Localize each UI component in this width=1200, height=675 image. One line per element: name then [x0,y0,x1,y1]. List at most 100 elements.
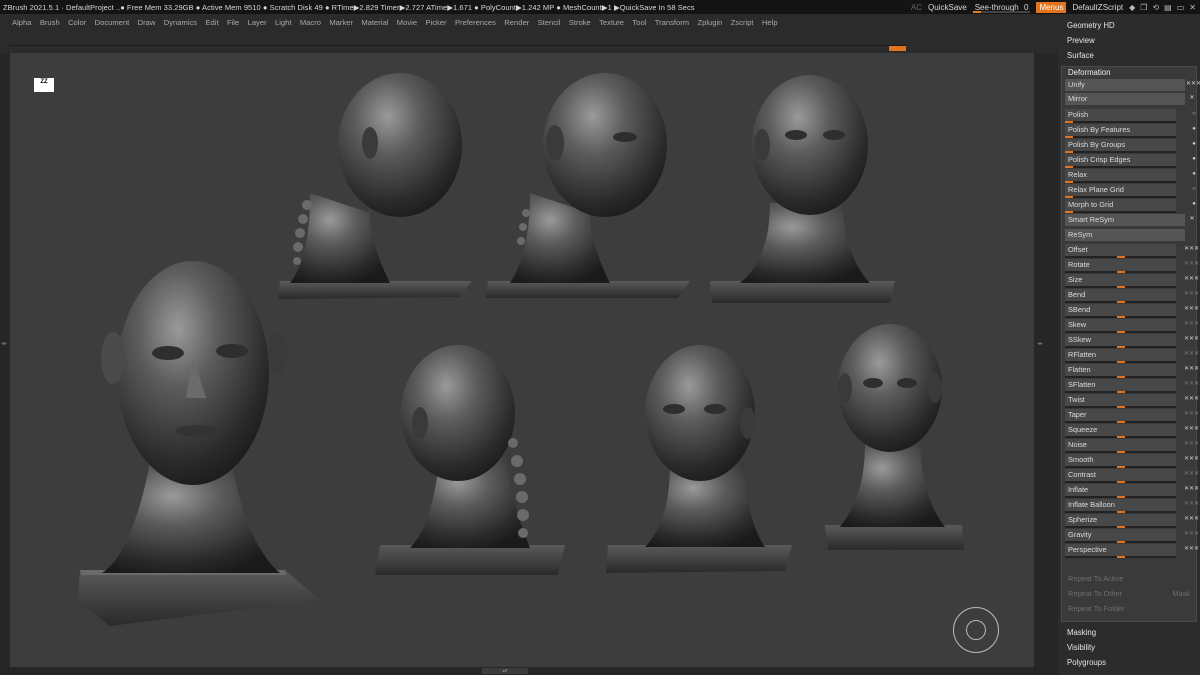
perspective-slider[interactable]: Perspective [1065,544,1176,559]
taper-slider[interactable]: Taper [1065,409,1176,424]
menu-texture[interactable]: Texture [599,18,624,27]
menu-render[interactable]: Render [504,18,529,27]
menu-color[interactable]: Color [68,18,86,27]
menu-material[interactable]: Material [361,18,388,27]
axis-icon[interactable]: ✕✕✕ [1184,485,1199,493]
morph-to-grid-slider[interactable]: Morph to Grid [1065,199,1176,214]
unify-button[interactable]: Unify [1065,79,1185,91]
default-zscript-button[interactable]: DefaultZScript [1072,3,1123,12]
ac-button[interactable]: AC [911,3,922,12]
menu-preferences[interactable]: Preferences [455,18,496,27]
polygroups-header[interactable]: Polygroups [1058,655,1200,670]
slider-knob[interactable] [1065,136,1073,138]
document-canvas[interactable]: ZZ [10,53,1034,667]
squeeze-slider[interactable]: Squeeze [1065,424,1176,439]
slider-knob[interactable] [1116,421,1125,423]
menu-transform[interactable]: Transform [655,18,689,27]
slider-knob[interactable] [1116,511,1125,513]
slider-knob[interactable] [1116,391,1125,393]
sbend-slider[interactable]: SBend [1065,304,1176,319]
slider-knob[interactable] [1065,196,1073,198]
minimize-icon[interactable]: ▭ [1177,3,1185,12]
axis-icon[interactable]: ✕✕✕ [1184,365,1199,373]
see-through-slider[interactable]: See-through 0 [972,3,1031,13]
menu-brush[interactable]: Brush [40,18,60,27]
axis-icon[interactable]: ✕✕✕ [1184,260,1199,268]
slider-knob[interactable] [1116,316,1125,318]
repeat-to-other-button[interactable]: Repeat To Other [1068,589,1122,598]
slider-knob[interactable] [1065,151,1073,153]
quicksave-button[interactable]: QuickSave [928,3,967,12]
sculpt-viewport[interactable] [10,53,1034,667]
sflatten-slider[interactable]: SFlatten [1065,379,1176,394]
menu-movie[interactable]: Movie [397,18,417,27]
slider-knob[interactable] [1116,526,1125,528]
axis-icon[interactable]: ✕✕✕ [1184,380,1199,388]
preview-header[interactable]: Preview [1058,33,1200,48]
dot-toggle-icon[interactable]: ● [1188,140,1200,148]
repeat-to-folder-button[interactable]: Repeat To Folder [1068,604,1125,613]
dot-toggle-icon[interactable]: ● [1188,170,1200,178]
slider-knob[interactable] [1116,541,1125,543]
noise-slider[interactable]: Noise [1065,439,1176,454]
inflate-slider[interactable]: Inflate [1065,484,1176,499]
shelf-scroll-marker[interactable] [889,46,906,51]
gyro-navigation-widget[interactable] [953,607,999,653]
inflate-balloon-slider[interactable]: Inflate Balloon [1065,499,1176,514]
slider-knob[interactable] [1116,376,1125,378]
axis-icon[interactable]: ✕ [1186,215,1198,223]
polish-slider[interactable]: Polish [1065,109,1176,124]
gravity-slider[interactable]: Gravity [1065,529,1176,544]
layout-icon[interactable]: ◆ [1129,3,1135,12]
restore-icon[interactable]: ❐ [1140,3,1147,12]
menu-zscript[interactable]: Zscript [731,18,754,27]
circle-toggle-icon[interactable]: ○ [1188,110,1200,118]
head-sculpt-threequarter-bottom[interactable] [606,345,792,573]
cycle-icon[interactable]: ⟲ [1152,3,1159,12]
mask-button[interactable]: Mask [1172,589,1190,598]
slider-knob[interactable] [1116,286,1125,288]
polish-crisp-edges-slider[interactable]: Polish Crisp Edges [1065,154,1176,169]
axis-icon[interactable]: ✕✕✕ [1184,530,1199,538]
slider-track[interactable] [1065,196,1176,198]
flatten-slider[interactable]: Flatten [1065,364,1176,379]
axis-icon[interactable]: ✕✕✕ [1184,350,1199,358]
axis-icon[interactable]: ✕✕✕ [1186,80,1200,88]
slider-knob[interactable] [1065,121,1073,123]
polish-by-groups-slider[interactable]: Polish By Groups [1065,139,1176,154]
slider-knob[interactable] [1116,406,1125,408]
menu-tool[interactable]: Tool [632,18,646,27]
axis-icon[interactable]: ✕ [1186,94,1198,102]
right-tray-gutter[interactable]: ◂▸ [1034,53,1058,667]
relax-plane-grid-slider[interactable]: Relax Plane Grid [1065,184,1176,199]
size-slider[interactable]: Size [1065,274,1176,289]
deformation-header[interactable]: Deformation [1068,68,1110,77]
contrast-slider[interactable]: Contrast [1065,469,1176,484]
slider-track[interactable] [1065,166,1176,168]
relax-slider[interactable]: Relax [1065,169,1176,184]
slider-track[interactable] [1065,121,1176,123]
slider-track[interactable] [1065,151,1176,153]
visibility-header[interactable]: Visibility [1058,640,1200,655]
menu-stencil[interactable]: Stencil [538,18,561,27]
slider-knob[interactable] [1116,346,1125,348]
slider-knob[interactable] [1116,271,1125,273]
resym-button[interactable]: ReSym [1065,229,1185,241]
dot-toggle-icon[interactable]: ● [1188,200,1200,208]
menu-dynamics[interactable]: Dynamics [164,18,197,27]
masking-header[interactable]: Masking [1058,625,1200,640]
bottom-tray-toggle[interactable]: ▴▾ [482,668,528,674]
slider-knob[interactable] [1116,361,1125,363]
axis-icon[interactable]: ✕✕✕ [1184,395,1199,403]
dot-toggle-icon[interactable]: ● [1188,125,1200,133]
axis-icon[interactable]: ✕✕✕ [1184,245,1199,253]
slider-knob[interactable] [1116,496,1125,498]
circle-toggle-icon[interactable]: ○ [1188,185,1200,193]
sskew-slider[interactable]: SSkew [1065,334,1176,349]
head-sculpt-back[interactable] [375,345,565,575]
axis-icon[interactable]: ✕✕✕ [1184,320,1199,328]
menu-picker[interactable]: Picker [425,18,446,27]
menu-draw[interactable]: Draw [138,18,156,27]
menu-layer[interactable]: Layer [248,18,267,27]
slider-knob[interactable] [1116,466,1125,468]
